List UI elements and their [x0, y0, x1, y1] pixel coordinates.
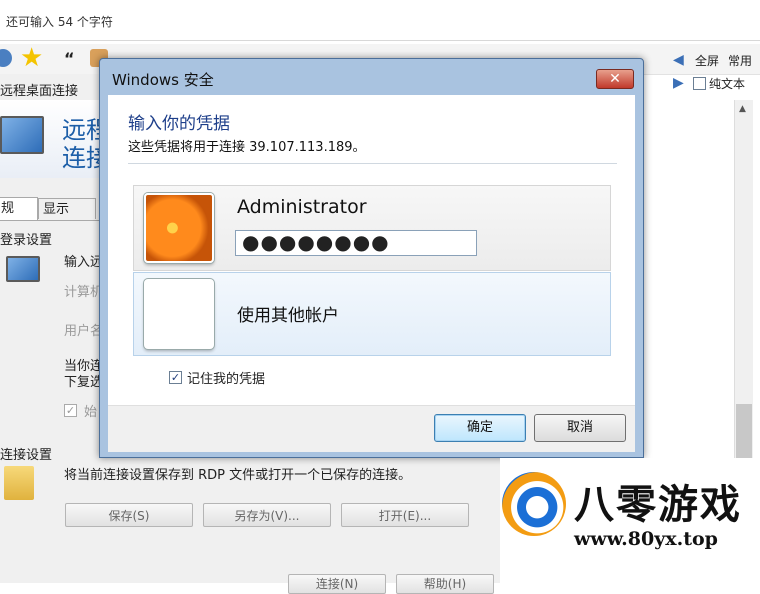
- tab-general[interactable]: 规: [0, 197, 38, 220]
- login-section-title: 登录设置: [0, 233, 53, 248]
- separator: [128, 163, 617, 164]
- dialog-title: Windows 安全: [112, 71, 214, 89]
- save-as-button[interactable]: 另存为(V)...: [203, 503, 331, 527]
- username-label: Administrator: [237, 196, 367, 218]
- tab-display[interactable]: 显示: [38, 198, 96, 219]
- always-ask-checkbox[interactable]: ✓: [64, 404, 77, 417]
- dialog-footer: 确定 取消: [108, 405, 635, 452]
- account-tile-other[interactable]: 使用其他帐户: [133, 272, 611, 356]
- help-button[interactable]: 帮助(H): [396, 574, 494, 594]
- blank-avatar-icon: [144, 279, 214, 349]
- ok-button[interactable]: 确定: [434, 414, 526, 442]
- dialog-subtitle: 这些凭据将用于连接 39.107.113.189。: [128, 140, 366, 155]
- site-logo: 八零游戏 www.80yx.top: [500, 458, 760, 583]
- common-label[interactable]: 常用: [728, 52, 752, 69]
- computer-label: 计算机: [64, 285, 104, 300]
- char-hint: 还可输入 54 个字符: [6, 15, 113, 29]
- top-strip: 还可输入 54 个字符: [0, 0, 760, 41]
- remember-checkbox[interactable]: ✓: [169, 371, 182, 384]
- user-label: 用户名: [64, 324, 104, 339]
- right-panel: ◀ 全屏 常用 ▶ 纯文本: [645, 44, 760, 104]
- rdp-window-title: 远程桌面连接: [0, 84, 79, 99]
- plain-text-label[interactable]: 纯文本: [709, 75, 745, 92]
- rdp-logo-icon: [0, 116, 44, 154]
- toolbar-icon[interactable]: [0, 49, 12, 67]
- plain-text-checkbox[interactable]: [693, 77, 706, 90]
- password-field[interactable]: ●●●●●●●●: [235, 230, 477, 256]
- flower-avatar-icon: [144, 193, 214, 263]
- close-icon: ✕: [609, 71, 621, 87]
- computer-icon: [6, 256, 40, 282]
- dialog-body: 输入你的凭据 这些凭据将用于连接 39.107.113.189。 Adminis…: [108, 95, 635, 452]
- forward-arrow-icon[interactable]: ▶: [673, 75, 684, 91]
- input-hint: 输入远: [64, 255, 104, 270]
- remember-label[interactable]: 记住我的凭据: [187, 368, 265, 387]
- star-icon[interactable]: ★: [20, 45, 48, 71]
- connection-description: 将当前连接设置保存到 RDP 文件或打开一个已保存的连接。: [64, 468, 412, 483]
- scrollbar-thumb[interactable]: [736, 404, 752, 458]
- dialog-heading: 输入你的凭据: [128, 114, 230, 134]
- logo-brand-text: 八零游戏: [574, 481, 742, 528]
- scroll-up-icon[interactable]: ▲: [739, 104, 746, 114]
- note-line-2: 下复选: [64, 375, 104, 390]
- account-tile-administrator[interactable]: Administrator ●●●●●●●●: [133, 185, 611, 271]
- other-account-label: 使用其他帐户: [237, 306, 339, 326]
- connect-button[interactable]: 连接(N): [288, 574, 386, 594]
- back-arrow-icon[interactable]: ◀: [673, 52, 684, 68]
- open-button[interactable]: 打开(E)...: [341, 503, 469, 527]
- connection-section-title: 连接设置: [0, 448, 53, 463]
- folder-icon: [4, 466, 34, 500]
- fullscreen-label[interactable]: 全屏: [695, 52, 719, 69]
- save-button[interactable]: 保存(S): [65, 503, 193, 527]
- swirl-logo-icon: [502, 472, 566, 536]
- always-ask-label: 始: [84, 405, 98, 420]
- logo-url-text: www.80yx.top: [574, 528, 718, 550]
- windows-security-dialog: Windows 安全 ✕ 输入你的凭据 这些凭据将用于连接 39.107.113…: [99, 58, 644, 458]
- close-button[interactable]: ✕: [596, 69, 634, 89]
- quote-icon[interactable]: “: [64, 49, 82, 68]
- cancel-button[interactable]: 取消: [534, 414, 626, 442]
